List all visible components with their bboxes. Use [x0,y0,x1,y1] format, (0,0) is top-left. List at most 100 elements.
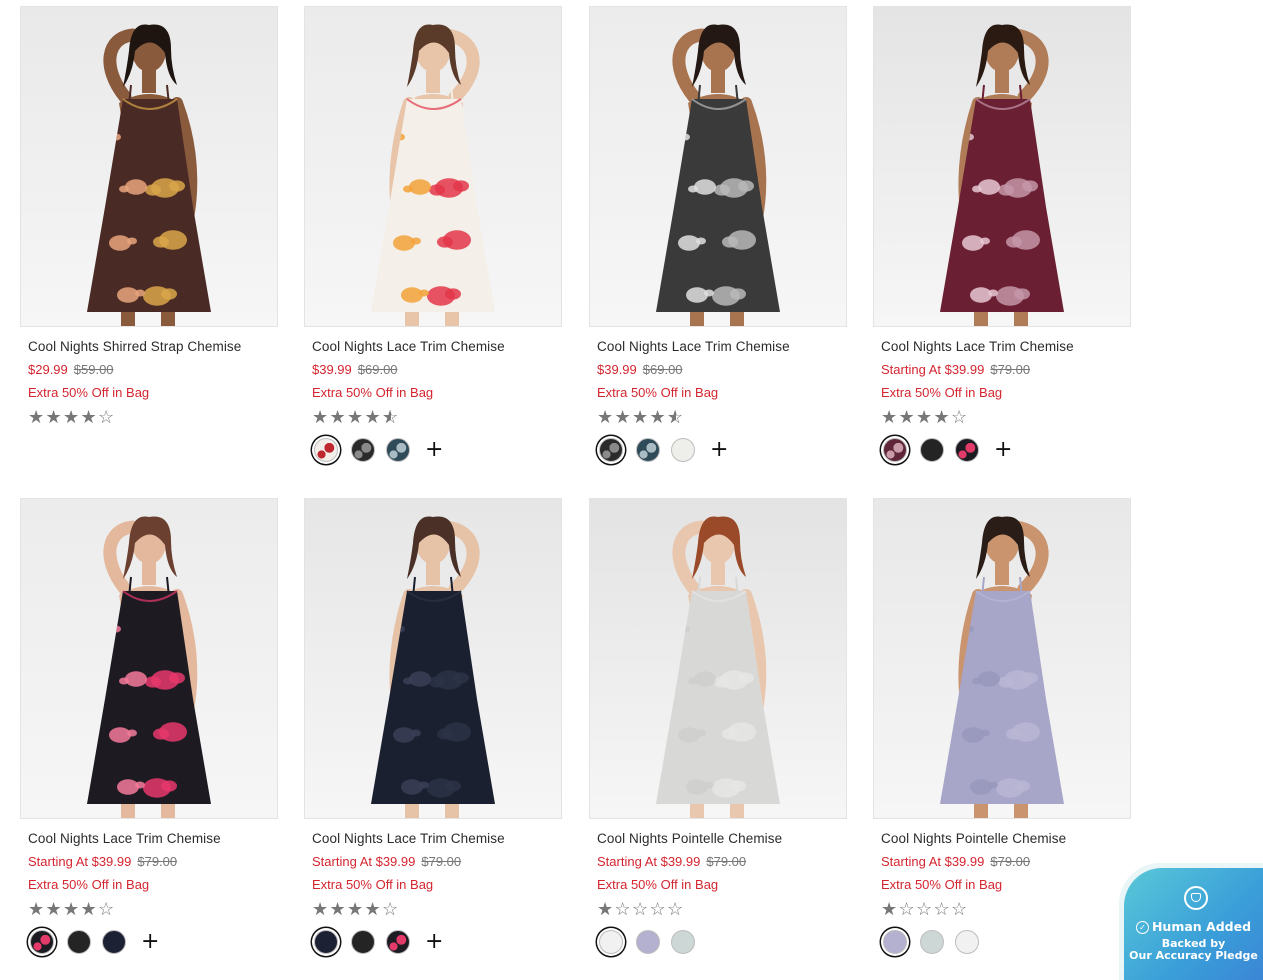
star-full-icon: ★ [933,407,950,427]
color-swatch[interactable] [314,438,338,462]
original-price: $79.00 [990,362,1031,377]
star-full-icon: ★ [632,407,649,427]
star-full-icon: ★ [80,407,97,427]
product-image[interactable] [304,498,562,819]
more-colors-button[interactable]: + [141,930,159,954]
promo-text: Extra 50% Off in Bag [312,877,434,892]
product-title[interactable]: Cool Nights Lace Trim Chemise [881,339,1074,354]
star-empty-icon: ☆ [614,899,631,919]
color-swatches: + [881,436,1012,464]
star-full-icon: ★ [45,899,62,919]
color-swatch[interactable] [636,930,660,954]
more-colors-button[interactable]: + [994,438,1012,462]
color-swatch[interactable] [386,438,410,462]
promo-text: Extra 50% Off in Bag [881,877,1003,892]
star-empty-icon: ☆ [933,899,950,919]
rating-stars[interactable]: ★★★★☆ [881,407,969,427]
home-shield-icon [1184,886,1208,910]
rating-stars[interactable]: ★ ☆ ☆ ☆ ☆ [597,899,685,919]
product-grid: Cool Nights Shirred Strap Chemise $29.99… [0,0,1263,980]
star-half-icon: ☆ [667,407,685,427]
star-half-icon: ☆ [382,407,400,427]
product-card[interactable]: Cool Nights Lace Trim Chemise $39.99 $69.… [589,6,847,476]
star-full-icon: ★ [364,407,381,427]
color-swatch[interactable] [955,438,979,462]
color-swatch[interactable] [351,930,375,954]
star-full-icon: ★ [329,407,346,427]
more-colors-button[interactable]: + [710,438,728,462]
star-full-icon: ★ [597,407,614,427]
product-card[interactable]: Cool Nights Lace Trim Chemise Starting A… [304,498,562,968]
sale-price: $29.99 [28,362,68,377]
color-swatch[interactable] [314,930,338,954]
color-swatches [881,928,990,956]
rating-stars[interactable]: ★★★★☆ [28,899,116,919]
color-swatch[interactable] [386,930,410,954]
accuracy-pledge-badge[interactable]: ✓ Human Added Backed by Our Accuracy Pledg… [1124,868,1263,980]
star-full-icon: ★ [881,407,898,427]
rating-stars[interactable]: ★★★★☆ [312,899,400,919]
color-swatch[interactable] [955,930,979,954]
rating-stars[interactable]: ★ ☆ ☆ ☆ ☆ [881,899,969,919]
product-image[interactable] [589,6,847,327]
product-card[interactable]: Cool Nights Pointelle Chemise Starting A… [873,498,1131,968]
product-title[interactable]: Cool Nights Pointelle Chemise [597,831,782,846]
product-price: $29.99 $59.00 [28,362,114,377]
product-price: $39.99 $69.00 [312,362,398,377]
star-full-icon: ★ [329,899,346,919]
product-image[interactable] [20,6,278,327]
color-swatches: + [312,928,443,956]
color-swatch[interactable] [102,930,126,954]
color-swatch[interactable] [920,930,944,954]
product-price: $39.99 $69.00 [597,362,683,377]
original-price: $59.00 [73,362,114,377]
star-full-icon: ★ [881,899,898,919]
color-swatch[interactable] [883,438,907,462]
product-card[interactable]: Cool Nights Lace Trim Chemise Starting A… [873,6,1131,476]
color-swatches: + [597,436,728,464]
star-full-icon: ★ [614,407,631,427]
product-card[interactable]: Cool Nights Pointelle Chemise Starting A… [589,498,847,968]
product-image[interactable] [304,6,562,327]
rating-stars[interactable]: ★★★★☆ [312,407,400,427]
sale-price: Starting At $39.99 [312,854,416,869]
color-swatch[interactable] [883,930,907,954]
product-price: Starting At $39.99 $79.00 [881,854,1030,869]
color-swatches [597,928,706,956]
product-image[interactable] [873,6,1131,327]
more-colors-button[interactable]: + [425,930,443,954]
product-card[interactable]: Cool Nights Lace Trim Chemise Starting A… [20,498,278,968]
product-title[interactable]: Cool Nights Lace Trim Chemise [597,339,790,354]
sale-price: Starting At $39.99 [597,854,701,869]
star-full-icon: ★ [916,407,933,427]
star-full-icon: ★ [898,407,915,427]
color-swatch[interactable] [599,930,623,954]
product-image[interactable] [873,498,1131,819]
color-swatch[interactable] [67,930,91,954]
star-empty-icon: ☆ [632,899,649,919]
color-swatch[interactable] [671,438,695,462]
product-image[interactable] [589,498,847,819]
color-swatch[interactable] [671,930,695,954]
product-title[interactable]: Cool Nights Lace Trim Chemise [28,831,221,846]
product-card[interactable]: Cool Nights Lace Trim Chemise $39.99 $69.… [304,6,562,476]
product-price: Starting At $39.99 $79.00 [312,854,461,869]
product-title[interactable]: Cool Nights Pointelle Chemise [881,831,1066,846]
color-swatch[interactable] [599,438,623,462]
product-title[interactable]: Cool Nights Lace Trim Chemise [312,831,505,846]
more-colors-button[interactable]: + [425,438,443,462]
check-icon: ✓ [1135,921,1149,934]
sale-price: Starting At $39.99 [28,854,132,869]
color-swatch[interactable] [920,438,944,462]
original-price: $79.00 [990,854,1031,869]
product-image[interactable] [20,498,278,819]
original-price: $69.00 [642,362,683,377]
color-swatch[interactable] [636,438,660,462]
color-swatch[interactable] [30,930,54,954]
product-title[interactable]: Cool Nights Lace Trim Chemise [312,339,505,354]
rating-stars[interactable]: ★★★★☆ [597,407,685,427]
rating-stars[interactable]: ★★★★☆ [28,407,116,427]
product-card[interactable]: Cool Nights Shirred Strap Chemise $29.99… [20,6,278,476]
product-title[interactable]: Cool Nights Shirred Strap Chemise [28,339,241,354]
color-swatch[interactable] [351,438,375,462]
